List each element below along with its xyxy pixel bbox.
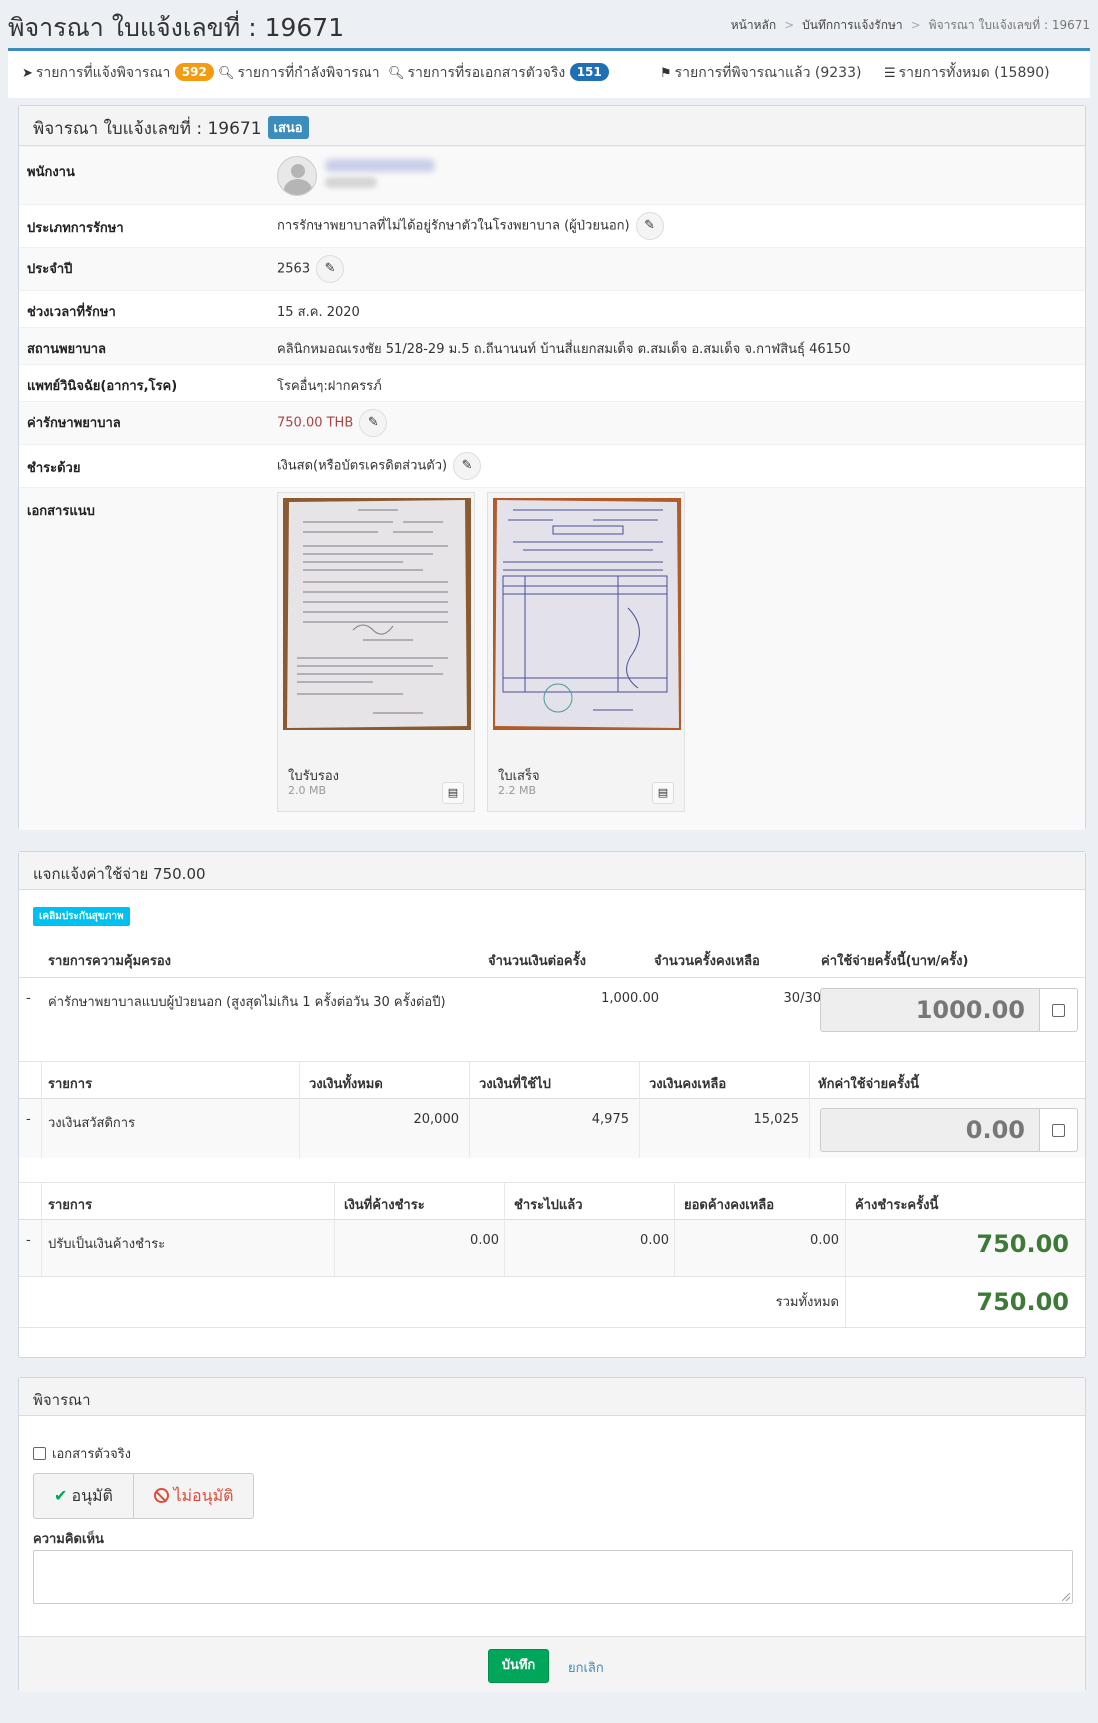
consider-box: พิจารณา เอกสารตัวจริง ✔ อนุมัติ ไม่อนุมัต… <box>18 1377 1086 1692</box>
welfare-checkbox[interactable] <box>1040 1108 1078 1152</box>
avatar <box>277 156 317 196</box>
ban-icon <box>154 1488 170 1503</box>
expense-header: แจกแจ้งค่าใช้จ่าย 750.00 <box>19 852 1085 890</box>
outstanding-this-time: 750.00 <box>976 1230 1069 1258</box>
page: พิจารณา ใบแจ้งเลขที่ : 19671 หน้าหลัก > บั… <box>0 0 1098 1723</box>
cost-value: 750.00 THB <box>277 415 354 431</box>
original-doc-checkbox[interactable]: เอกสารตัวจริง <box>33 1443 131 1464</box>
grand-total: 750.00 <box>976 1288 1069 1316</box>
tab-submitted[interactable]: ➤ รายการที่แจ้งพิจารณา 592 <box>22 51 214 98</box>
breadcrumb-home[interactable]: หน้าหลัก <box>731 18 776 32</box>
certificate-document-image[interactable] <box>283 498 471 730</box>
employee-name-redacted <box>325 159 435 172</box>
coverage-item-name: ค่ารักษาพยาบาลแบบผู้ป่วยนอก (สูงสุดไม่เก… <box>48 995 446 1010</box>
consider-header: พิจารณา <box>19 1378 1085 1416</box>
paper-plane-icon: ➤ <box>22 66 33 81</box>
period-value: 15 ส.ค. 2020 <box>277 305 360 320</box>
file-icon[interactable]: ▤ <box>652 782 674 804</box>
row-year: ประจำปี 2563 ✎ <box>19 247 1085 290</box>
approve-button[interactable]: ✔ อนุมัติ <box>34 1474 134 1518</box>
row-cost: ค่ารักษาพยาบาล 750.00 THB ✎ <box>19 401 1085 444</box>
breadcrumb-current: พิจารณา ใบแจ้งเลขที่ : 19671 <box>928 18 1090 32</box>
edit-cost-button[interactable]: ✎ <box>359 409 388 437</box>
claim-detail-box: พิจารณา ใบแจ้งเลขที่ : 19671 เสนอ พนักงาน… <box>18 105 1086 830</box>
edit-year-button[interactable]: ✎ <box>316 255 345 283</box>
coverage-header-item: รายการความคุ้มครอง <box>48 954 172 969</box>
checkbox-icon[interactable] <box>33 1447 46 1460</box>
row-diagnosis: แพทย์วินิจฉัย(อาการ,โรค) โรคอื่นๆ:ฝากครร… <box>19 364 1085 401</box>
save-button[interactable]: บันทึก <box>488 1649 549 1683</box>
welfare-remaining: 15,025 <box>753 1112 800 1127</box>
outstanding-paid: 0.00 <box>640 1233 669 1248</box>
comment-label: ความคิดเห็น <box>33 1532 104 1547</box>
receipt-document-image[interactable] <box>493 498 681 730</box>
employee-id-redacted <box>325 177 377 188</box>
outstanding-item-name: ปรับเป็นเงินค้างชำระ <box>48 1237 166 1252</box>
form-footer: บันทึก ยกเลิก <box>19 1636 1085 1692</box>
attachment-name: ใบรับรอง <box>288 769 339 784</box>
status-badge: เสนอ <box>267 116 309 139</box>
tab-awaiting-original[interactable]: 🔍︎ รายการที่รอเอกสารตัวจริง 151 <box>388 51 609 98</box>
coverage-header-remaining: จำนวนครั้งคงเหลือ <box>654 954 760 969</box>
attachment-certificate[interactable]: ใบรับรอง 2.0 MB ▤ <box>277 492 475 812</box>
row-hospital: สถานพยาบาล คลินิกหมอณเรงชัย 51/28-29 ม.5… <box>19 327 1085 364</box>
attachment-name: ใบเสร็จ <box>498 769 540 784</box>
coverage-header-this-time: ค่าใช้จ่ายครั้งนี้(บาท/ครั้ง) <box>821 954 969 969</box>
row-treatment-type: ประเภทการรักษา การรักษาพยาบาลที่ไม่ได้อย… <box>19 204 1085 247</box>
treatment-type-value: การรักษาพยาบาลที่ไม่ได้อยู่รักษาตัวในโรง… <box>277 218 630 234</box>
tab-bar: ➤ รายการที่แจ้งพิจารณา 592 🔍︎ รายการที่กำล… <box>8 48 1090 98</box>
attachment-size: 2.0 MB <box>288 784 327 797</box>
comment-textarea[interactable] <box>33 1550 1073 1604</box>
search-icon: 🔍︎ <box>218 66 235 81</box>
breadcrumb: หน้าหลัก > บันทึกการแจ้งรักษา > พิจารณา ใบแจ… <box>730 18 1090 32</box>
decision-button-group: ✔ อนุมัติ ไม่อนุมัติ <box>33 1473 254 1519</box>
year-value: 2563 <box>277 261 311 277</box>
tab-all[interactable]: ☰ รายการทั้งหมด (15890) <box>884 51 1050 98</box>
attachment-size: 2.2 MB <box>498 784 537 797</box>
expense-box: แจกแจ้งค่าใช้จ่าย 750.00 เคลิมประกันสุขภ… <box>18 851 1086 1358</box>
claim-detail-title: พิจารณา ใบแจ้งเลขที่ : 19671 <box>33 119 262 139</box>
resize-handle-icon[interactable] <box>1062 1593 1070 1601</box>
tab-submitted-count: 592 <box>174 63 214 81</box>
attachment-receipt[interactable]: ใบเสร็จ 2.2 MB ▤ <box>487 492 685 812</box>
flag-icon: ⚑ <box>660 66 672 81</box>
consider-title: พิจารณา <box>33 1391 91 1409</box>
outstanding-balance: 0.00 <box>810 1233 839 1248</box>
coverage-amount: 1,000.00 <box>601 991 659 1006</box>
hospital-value: คลินิกหมอณเรงชัย 51/28-29 ม.5 ถ.ถีนานนท์… <box>277 342 851 357</box>
search-icon: 🔍︎ <box>388 66 405 81</box>
coverage-remaining: 30/30 <box>783 991 821 1006</box>
row-period: ช่วงเวลาที่รักษา 15 ส.ค. 2020 <box>19 290 1085 327</box>
coverage-amount-input[interactable]: 1000.00 <box>820 988 1040 1032</box>
coverage-checkbox[interactable] <box>1040 988 1078 1032</box>
expense-title: แจกแจ้งค่าใช้จ่าย 750.00 <box>33 865 206 883</box>
list-icon: ☰ <box>884 66 896 81</box>
coverage-header-amount: จำนวนเงินต่อครั้ง <box>488 954 586 969</box>
content-header: พิจารณา ใบแจ้งเลขที่ : 19671 หน้าหลัก > บั… <box>0 0 1098 48</box>
edit-payment-button[interactable]: ✎ <box>453 452 482 480</box>
total-label: รวมทั้งหมด <box>775 1295 839 1310</box>
tab-considered[interactable]: ⚑ รายการที่พิจารณาแล้ว (9233) <box>660 51 861 98</box>
claim-detail-header: พิจารณา ใบแจ้งเลขที่ : 19671 เสนอ <box>19 106 1085 146</box>
outstanding-owed: 0.00 <box>470 1233 499 1248</box>
diagnosis-value: โรคอื่นๆ:ฝากครรภ์ <box>277 379 382 394</box>
claim-tag: เคลิมประกันสุขภาพ <box>33 907 130 926</box>
welfare-total: 20,000 <box>413 1112 460 1127</box>
tab-considering[interactable]: 🔍︎ รายการที่กำลังพิจารณา <box>218 51 380 98</box>
check-icon: ✔ <box>54 1486 68 1505</box>
cancel-link[interactable]: ยกเลิก <box>568 1657 604 1678</box>
file-icon[interactable]: ▤ <box>442 782 464 804</box>
tab-awaiting-count: 151 <box>569 63 609 81</box>
welfare-item-name: วงเงินสวัสดิการ <box>48 1116 136 1131</box>
row-employee: พนักงาน <box>19 146 1085 204</box>
edit-treatment-type-button[interactable]: ✎ <box>635 212 664 240</box>
welfare-deduct-input[interactable]: 0.00 <box>820 1108 1040 1152</box>
payment-value: เงินสด(หรือบัตรเครดิตส่วนตัว) <box>277 458 448 474</box>
breadcrumb-treatment-log[interactable]: บันทึกการแจ้งรักษา <box>802 18 902 32</box>
reject-button[interactable]: ไม่อนุมัติ <box>135 1474 253 1518</box>
page-title: พิจารณา ใบแจ้งเลขที่ : 19671 <box>8 13 345 42</box>
welfare-used: 4,975 <box>591 1112 629 1127</box>
row-payment: ชำระด้วย เงินสด(หรือบัตรเครดิตส่วนตัว) ✎ <box>19 444 1085 487</box>
row-attachments: เอกสารแนบ ใบรับรอง 2.0 MB ▤ ใบเสร็จ 2.2 … <box>19 487 1085 830</box>
